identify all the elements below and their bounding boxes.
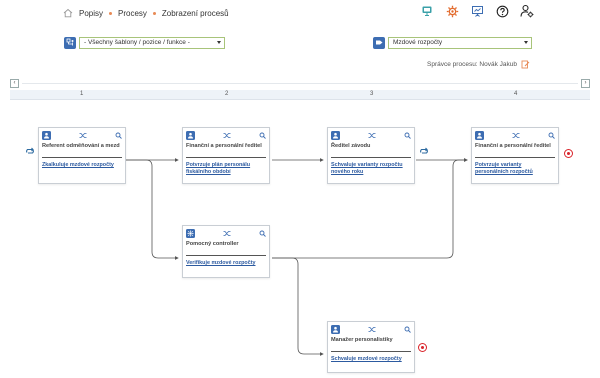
step-role-title: Pomocný controller [186, 241, 239, 247]
end-event-icon [418, 343, 427, 352]
step-role-title: Finanční a personální ředitel [186, 143, 262, 149]
search-icon[interactable] [548, 132, 555, 139]
step-role-title: Ředitel závodu [331, 143, 371, 149]
search-icon[interactable] [115, 132, 122, 139]
shuffle-icon[interactable] [368, 326, 376, 333]
shuffle-icon[interactable] [223, 132, 231, 139]
step-action-link[interactable]: Schvaluje varianty rozpočtu nového roku [328, 158, 414, 176]
search-icon[interactable] [404, 132, 411, 139]
search-icon[interactable] [259, 230, 266, 237]
process-step-manazer-personalistiky[interactable]: Manažer personalistiky Schvaluje mzdové … [327, 321, 415, 373]
person-icon [186, 130, 195, 140]
shuffle-icon[interactable] [512, 132, 520, 139]
org-icon [186, 228, 195, 238]
step-role-title: Referent odměňování a mezd [42, 143, 120, 149]
person-icon [331, 324, 340, 334]
person-icon [475, 130, 484, 140]
step-role-title: Manažer personalistiky [331, 337, 393, 343]
step-action-link[interactable]: Schvaluje mzdové rozpočty [328, 352, 414, 363]
process-step-reditel-zavodu[interactable]: Ředitel závodu Schvaluje varianty rozpoč… [327, 127, 415, 184]
step-action-link[interactable]: Verifikuje mzdové rozpočty [183, 256, 269, 267]
loop-icon [26, 147, 34, 154]
step-action-link[interactable]: Potvrzuje varianty personálních rozpočtů [472, 158, 558, 176]
loop-icon [420, 147, 428, 154]
process-step-referent[interactable]: Referent odměňování a mezd Zkalkuluje mz… [38, 127, 126, 184]
step-action-link[interactable]: Zkalkuluje mzdové rozpočty [39, 158, 125, 169]
shuffle-icon[interactable] [223, 230, 231, 237]
process-step-financni-reditel-2[interactable]: Finanční a personální ředitel Potvrzuje … [471, 127, 559, 184]
process-step-pomocny-controller[interactable]: Pomocný controller Verifikuje mzdové roz… [182, 225, 270, 278]
flow-connectors [126, 158, 468, 356]
search-icon[interactable] [259, 132, 266, 139]
shuffle-icon[interactable] [368, 132, 376, 139]
step-role-title: Finanční a personální ředitel [475, 143, 551, 149]
process-step-financni-reditel-1[interactable]: Finanční a personální ředitel Potvrzuje … [182, 127, 270, 184]
person-icon [331, 130, 340, 140]
search-icon[interactable] [404, 326, 411, 333]
shuffle-icon[interactable] [79, 132, 87, 139]
step-action-link[interactable]: Potvrzuje plán personálu fiskálního obdo… [183, 158, 269, 176]
end-event-icon [564, 149, 573, 158]
person-icon [42, 130, 51, 140]
